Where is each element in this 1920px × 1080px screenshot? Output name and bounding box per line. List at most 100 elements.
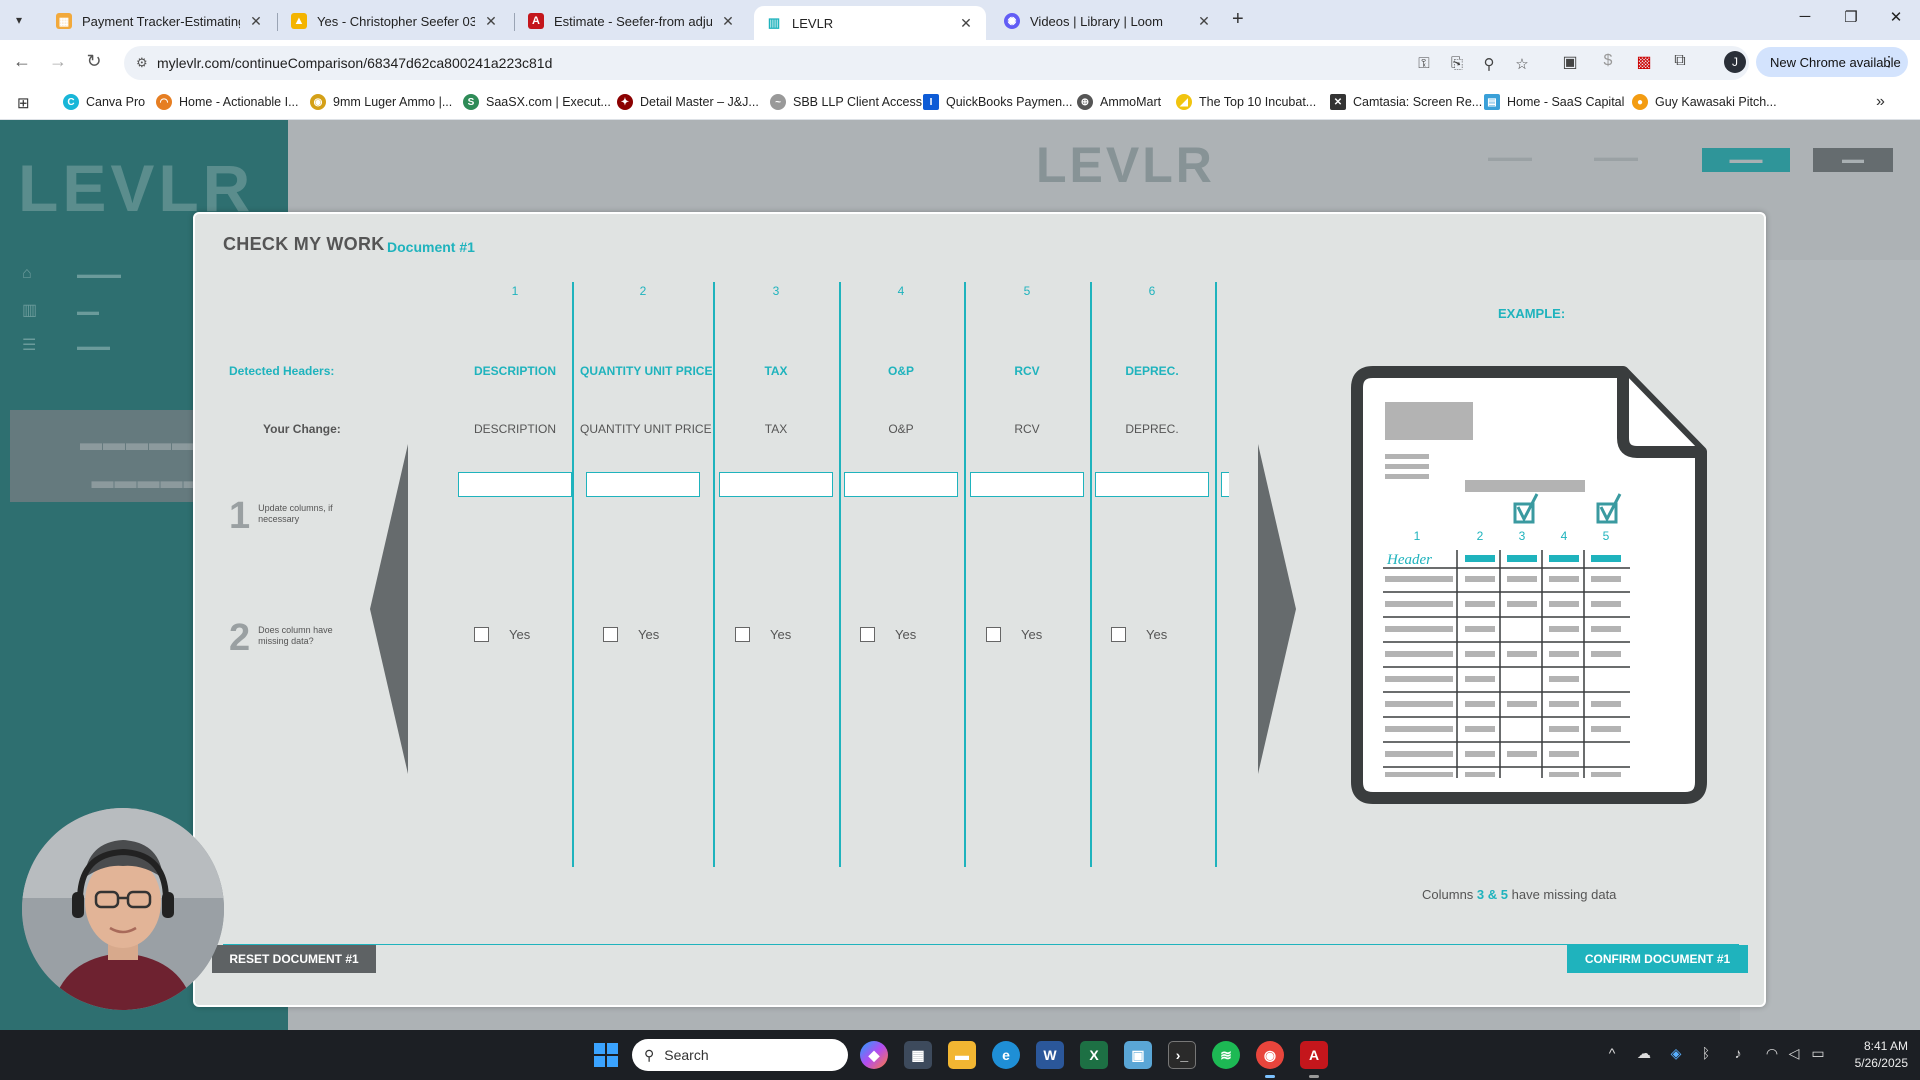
copilot-icon[interactable]: ◆ <box>860 1041 888 1069</box>
close-icon[interactable]: ✕ <box>483 13 499 30</box>
column-change-input[interactable] <box>1095 472 1209 497</box>
top-nav-button[interactable]: ▬▬▬ <box>1702 148 1790 172</box>
forward-arrow-icon[interactable]: → <box>46 51 70 72</box>
file-explorer-icon[interactable]: ▬ <box>948 1041 976 1069</box>
tab-levlr[interactable]: ▥ LEVLR ✕ <box>754 6 986 40</box>
close-icon[interactable]: ✕ <box>1196 13 1212 30</box>
bookmark-ammomart[interactable]: ⊕ AmmoMart <box>1077 94 1161 110</box>
chrome-icon[interactable]: ◉ <box>1256 1041 1284 1069</box>
site-info-icon[interactable]: ⚙ <box>136 55 148 71</box>
bookmark-quickbooks[interactable]: I QuickBooks Paymen... <box>923 94 1072 110</box>
column-change-input[interactable] <box>970 472 1084 497</box>
column-change-input-partial[interactable] <box>1221 472 1229 497</box>
wifi-icon[interactable]: ◠ <box>1762 1045 1782 1062</box>
tab-loom[interactable]: ✺ Videos | Library | Loom ✕ <box>992 6 1224 36</box>
scroll-right-arrow[interactable] <box>1258 444 1296 774</box>
url-text[interactable]: mylevlr.com/continueComparison/68347d62c… <box>157 55 552 71</box>
column-divider <box>1215 282 1217 867</box>
column-divider <box>572 282 574 867</box>
sbb-icon: ~ <box>770 94 786 110</box>
back-arrow-icon[interactable]: ← <box>10 51 34 72</box>
example-col-number: 3 <box>1519 529 1526 543</box>
excel-icon[interactable]: X <box>1080 1041 1108 1069</box>
extensions-puzzle-icon[interactable]: ⧉ <box>1669 52 1691 70</box>
change-header: DEPREC. <box>1125 422 1179 436</box>
tray-app-icon[interactable]: ◈ <box>1666 1045 1686 1062</box>
column-change-input[interactable] <box>844 472 958 497</box>
volume-icon[interactable]: ◁ <box>1784 1045 1804 1062</box>
column-change-input[interactable] <box>719 472 833 497</box>
scroll-left-arrow[interactable] <box>370 444 408 774</box>
column-number: 3 <box>772 284 780 298</box>
tray-chevron-up-icon[interactable]: ^ <box>1602 1045 1622 1061</box>
reload-icon[interactable]: ↻ <box>82 51 106 72</box>
close-icon[interactable]: ✕ <box>720 13 736 30</box>
password-key-icon[interactable]: ⚿ <box>1414 55 1434 72</box>
bookmark-guy-kawasaki[interactable]: ● Guy Kawasaki Pitch... <box>1632 94 1777 110</box>
terminal-icon[interactable]: ›_ <box>1168 1041 1196 1069</box>
tab-estimate-pdf[interactable]: A Estimate - Seefer-from adjuster ✕ <box>516 6 748 36</box>
minimize-icon[interactable]: ─ <box>1790 8 1820 25</box>
bluetooth-icon[interactable]: ᛒ <box>1696 1045 1716 1061</box>
window-close-icon[interactable]: ✕ <box>1881 8 1911 26</box>
menu-dots-icon[interactable]: ⋮ <box>1882 53 1896 70</box>
tab-google-drive[interactable]: ▲ Yes - Christopher Seefer 03092 ✕ <box>279 6 511 36</box>
address-bar[interactable]: ⚙ mylevlr.com/continueComparison/68347d6… <box>124 46 1749 80</box>
bookmark-camtasia[interactable]: ✕ Camtasia: Screen Re... <box>1330 94 1482 110</box>
edge-icon[interactable]: e <box>992 1041 1020 1069</box>
microphone-icon[interactable]: ♪ <box>1728 1045 1748 1061</box>
acrobat-icon[interactable]: A <box>1300 1041 1328 1069</box>
browser-toolbar: ← → ↻ ⚙ mylevlr.com/continueComparison/6… <box>0 40 1920 86</box>
missing-data-checkbox[interactable]: Yes <box>1111 627 1167 642</box>
sidebar-nav-item[interactable]: ⌂ ▬▬▬▬ <box>22 265 121 283</box>
missing-data-checkbox[interactable]: Yes <box>735 627 791 642</box>
missing-data-checkbox[interactable]: Yes <box>474 627 530 642</box>
column-change-input[interactable] <box>458 472 572 497</box>
bookmark-sbb[interactable]: ~ SBB LLP Client Access <box>770 94 922 110</box>
bookmark-saas-capital[interactable]: ▤ Home - SaaS Capital <box>1484 94 1624 110</box>
system-clock[interactable]: 8:41 AM 5/26/2025 <box>1848 1038 1908 1072</box>
bookmark-detail-master[interactable]: ✦ Detail Master – J&J... <box>617 94 759 110</box>
windows-start-icon[interactable] <box>594 1043 618 1067</box>
change-header: RCV <box>1014 422 1040 436</box>
tray-cloud-icon[interactable]: ☁ <box>1634 1045 1654 1062</box>
restore-icon[interactable]: ❐ <box>1836 8 1866 26</box>
apps-grid-icon[interactable]: ⊞ <box>17 94 30 112</box>
close-icon[interactable]: ✕ <box>958 15 974 32</box>
confirm-document-button[interactable]: CONFIRM DOCUMENT #1 <box>1567 945 1748 973</box>
profile-avatar[interactable]: J <box>1724 51 1746 73</box>
top-nav-link[interactable]: ▬▬▬▬ <box>1488 152 1532 164</box>
tab-search-chevron-icon[interactable]: ▾ <box>8 9 30 31</box>
sidebar-nav-item[interactable]: ☰ ▬▬▬ <box>22 335 110 355</box>
zoom-icon[interactable]: ⚲ <box>1479 55 1499 73</box>
install-app-icon[interactable]: ⎘ <box>1447 55 1467 72</box>
battery-icon[interactable]: ▭ <box>1808 1045 1828 1062</box>
bookmark-canva[interactable]: C Canva Pro <box>63 94 145 110</box>
extension-red-icon[interactable]: ▩ <box>1633 52 1655 72</box>
missing-data-checkbox[interactable]: Yes <box>860 627 916 642</box>
sidebar-nav-item[interactable]: ▥ ▬▬ <box>22 300 99 320</box>
remote-desktop-icon[interactable]: ▣ <box>1124 1041 1152 1069</box>
missing-data-checkbox[interactable]: Yes <box>603 627 659 642</box>
bookmark-actionable[interactable]: ◠ Home - Actionable I... <box>156 94 299 110</box>
more-bookmarks-chevron-icon[interactable]: » <box>1876 93 1885 111</box>
extension-screen-icon[interactable]: ▣ <box>1559 52 1581 72</box>
top-nav-button[interactable]: ▬▬ <box>1813 148 1893 172</box>
word-icon[interactable]: W <box>1036 1041 1064 1069</box>
extension-s-icon[interactable]: $ <box>1597 52 1619 70</box>
calculator-icon[interactable]: ▦ <box>904 1041 932 1069</box>
bookmark-saasx[interactable]: S SaaSX.com | Execut... <box>463 94 611 110</box>
taskbar-search[interactable]: ⚲ Search <box>632 1039 848 1071</box>
top-nav-link[interactable]: ▬▬▬▬ <box>1594 152 1638 164</box>
missing-data-checkbox[interactable]: Yes <box>986 627 1042 642</box>
column-change-input[interactable] <box>586 472 700 497</box>
bookmark-ammo[interactable]: ◉ 9mm Luger Ammo |... <box>310 94 452 110</box>
tab-payment-tracker[interactable]: ▦ Payment Tracker-Estimating On ✕ <box>44 6 276 36</box>
bookmark-incubators[interactable]: ◢ The Top 10 Incubat... <box>1176 94 1316 110</box>
new-chrome-available-button[interactable]: New Chrome available ⋮ <box>1756 47 1908 77</box>
bookmark-star-icon[interactable]: ☆ <box>1512 55 1532 73</box>
reset-document-button[interactable]: RESET DOCUMENT #1 <box>212 945 376 973</box>
spotify-icon[interactable]: ≋ <box>1212 1041 1240 1069</box>
new-tab-plus-icon[interactable]: + <box>1232 8 1244 31</box>
close-icon[interactable]: ✕ <box>248 13 264 30</box>
